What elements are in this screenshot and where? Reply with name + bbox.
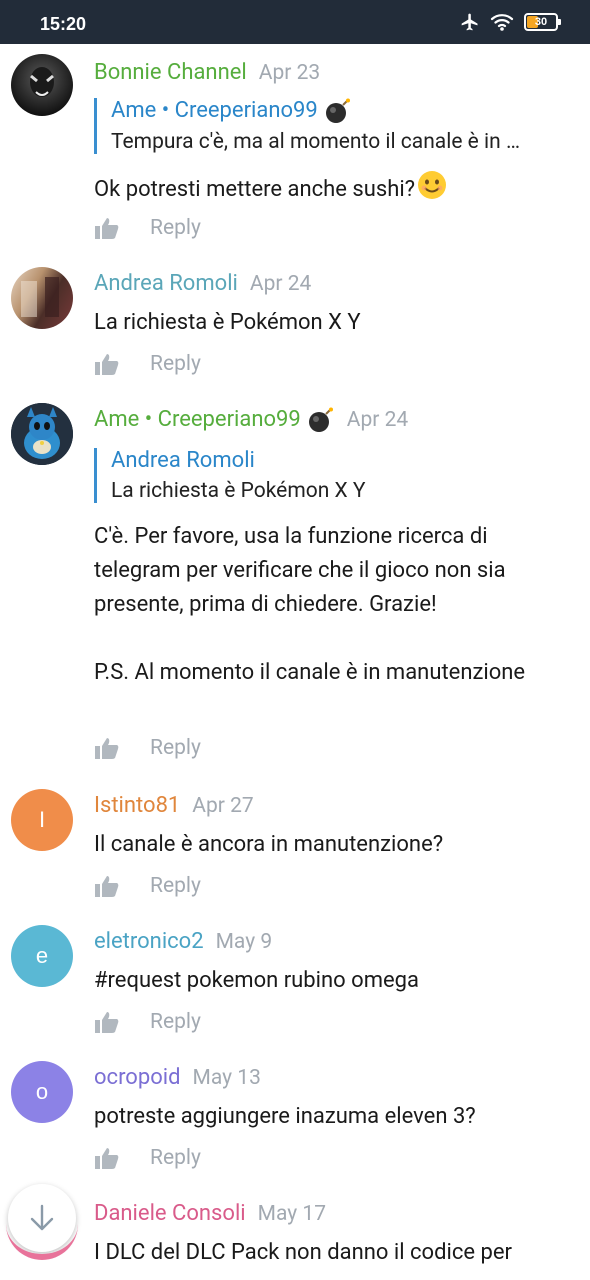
author-name[interactable]: Andrea Romoli (94, 271, 238, 296)
comment-text: Il canale è ancora in manutenzione? (94, 832, 444, 857)
thumbs-up-icon[interactable] (94, 216, 120, 240)
avatar-letter: o (35, 1079, 49, 1104)
quoted-text: Tempura c'è, ma al momento il canale è i… (111, 130, 520, 155)
comment-author[interactable]: Andrea Romoli Apr 24 (94, 271, 311, 296)
author-name[interactable]: Ame • Creeperiano99 (94, 407, 301, 432)
comment-actions: Reply (94, 352, 201, 376)
airplane-mode-icon (461, 13, 478, 31)
reply-button[interactable]: Reply (150, 1010, 201, 1034)
author-name[interactable]: ocropoid (94, 1065, 181, 1090)
author-name[interactable]: Bonnie Channel (94, 60, 247, 85)
comment-author[interactable]: Ame • Creeperiano99 Apr 24 (94, 407, 408, 433)
comment-date: May 17 (257, 1202, 327, 1226)
comment-actions: Reply (94, 1146, 201, 1170)
smiling-emoji-icon (418, 171, 447, 199)
comment-author[interactable]: Bonnie Channel Apr 23 (94, 60, 320, 85)
quoted-text: La richiesta è Pokémon X Y (111, 479, 366, 503)
comment-author[interactable]: ocropoid May 13 (94, 1065, 261, 1090)
avatar[interactable]: I (11, 789, 73, 851)
comment-text: I DLC del DLC Pack non danno il codice p… (94, 1240, 512, 1265)
arrow-down-icon (30, 1204, 54, 1231)
comment-actions: Reply (94, 874, 201, 898)
thumbs-up-icon[interactable] (94, 874, 120, 898)
reply-button[interactable]: Reply (150, 352, 201, 376)
status-bar: 15:20 30 (0, 0, 590, 44)
status-time: 15:20 (40, 14, 87, 34)
comment-actions: Reply (94, 216, 201, 240)
avatar[interactable]: o (11, 1061, 73, 1123)
thumbs-up-icon[interactable] (94, 1146, 120, 1170)
author-name[interactable]: eletronico2 (94, 929, 204, 954)
comment-author[interactable]: eletronico2 May 9 (94, 929, 272, 954)
comment-text: Ok potresti mettere anche sushi? (94, 170, 574, 207)
avatar[interactable] (11, 403, 73, 465)
author-name[interactable]: Daniele Consoli (94, 1201, 246, 1226)
status-icons: 30 (460, 12, 561, 32)
quoted-author: Andrea Romoli (111, 448, 255, 473)
quoted-reply[interactable]: Andrea Romoli La richiesta è Pokémon X Y (94, 448, 566, 503)
bomb-emoji-icon (308, 407, 333, 433)
thumbs-up-icon[interactable] (94, 352, 120, 376)
comment-actions: Reply (94, 736, 201, 760)
comment-date: Apr 24 (249, 272, 312, 296)
comment-date: Apr 27 (192, 794, 254, 818)
wifi-icon (490, 14, 514, 31)
comment-date: May 9 (215, 930, 273, 954)
reply-button[interactable]: Reply (150, 736, 201, 760)
avatar[interactable]: e (11, 925, 73, 987)
avatar-photo-icon (21, 277, 59, 317)
reply-button[interactable]: Reply (150, 874, 201, 898)
bomb-emoji-icon (325, 98, 350, 124)
comment-author[interactable]: Daniele Consoli May 17 (94, 1201, 326, 1226)
comment-text: #request pokemon rubino omega (94, 968, 419, 993)
comment-text: La richiesta è Pokémon X Y (94, 310, 361, 335)
comment-date: Apr 24 (346, 408, 409, 432)
battery-level: 30 (534, 16, 548, 28)
reply-button[interactable]: Reply (150, 216, 201, 240)
quoted-reply[interactable]: Ame • Creeperiano99 Tempura c'è, ma al m… (94, 98, 566, 155)
comment-text: potreste aggiungere inazuma eleven 3? (94, 1104, 476, 1129)
comment-text: C'è. Per favore, usa la funzione ricerca… (94, 524, 526, 685)
reply-button[interactable]: Reply (150, 1146, 201, 1170)
avatar[interactable] (11, 267, 73, 329)
battery-icon: 30 (524, 13, 561, 31)
thumbs-up-icon[interactable] (94, 1010, 120, 1034)
thumbs-up-icon[interactable] (94, 736, 120, 760)
avatar-letter: I (38, 807, 46, 832)
quoted-author: Ame • Creeperiano99 (111, 98, 566, 124)
comment-date: May 13 (192, 1066, 261, 1090)
comment-actions: Reply (94, 1010, 201, 1034)
author-name[interactable]: Istinto81 (94, 793, 180, 818)
avatar[interactable] (11, 54, 73, 116)
avatar-letter: e (35, 943, 49, 968)
avatar-photo-icon (11, 403, 73, 465)
scroll-down-button[interactable] (6, 1184, 78, 1260)
avatar-photo-icon (30, 67, 54, 97)
comment-author[interactable]: Istinto81 Apr 27 (94, 793, 254, 818)
comment-date: Apr 23 (258, 61, 321, 85)
